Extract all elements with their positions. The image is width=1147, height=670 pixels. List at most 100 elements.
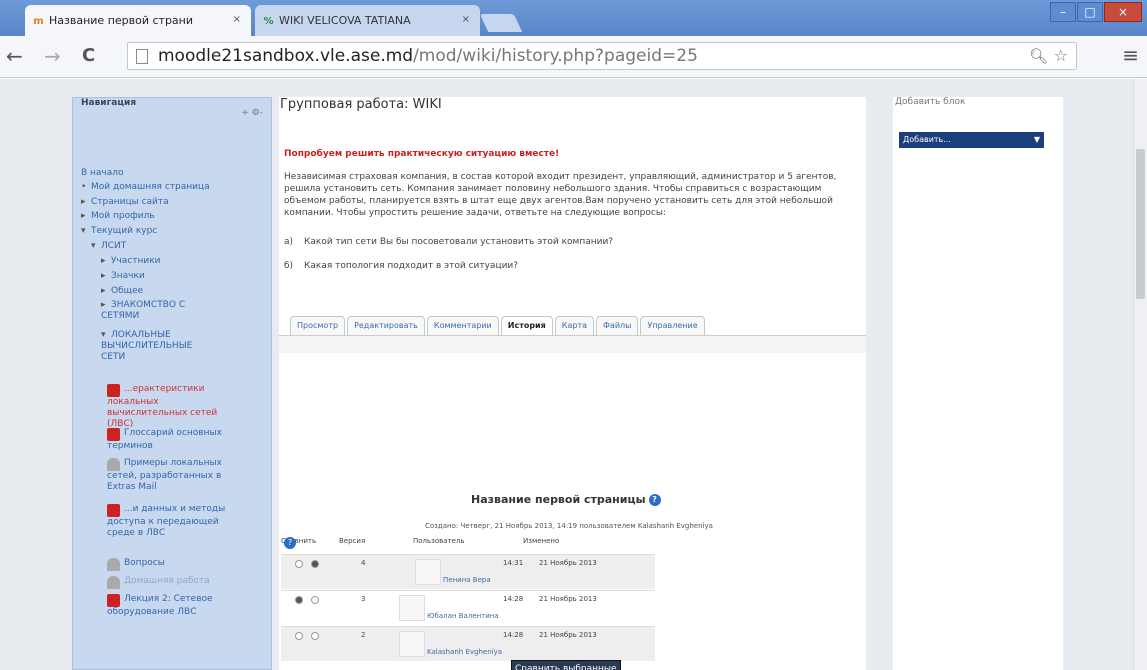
back-arrow-icon[interactable]: ← bbox=[6, 42, 23, 70]
navigation-block: Навигация + ⚙- В начало • Мой домашняя ст… bbox=[72, 97, 272, 670]
nav-item-resource-1[interactable]: ...ерактеристики локальных вычислительны… bbox=[107, 384, 237, 430]
resource-icon bbox=[107, 384, 120, 397]
date: 21 Ноябрь 2013 bbox=[539, 595, 597, 603]
nav-item-profile[interactable]: ▸ Мой профиль bbox=[81, 211, 155, 222]
url-text[interactable]: moodle21sandbox.vle.ase.md/mod/wiki/hist… bbox=[158, 46, 698, 66]
date: 21 Ноябрь 2013 bbox=[539, 559, 597, 567]
tab-history[interactable]: История bbox=[500, 316, 553, 336]
version-number: 2 bbox=[361, 631, 366, 639]
nav-item-participants[interactable]: ▸ Участники bbox=[101, 256, 161, 267]
tab-files[interactable]: Файлы bbox=[596, 316, 639, 336]
zoom-icon[interactable]: 🔍︎ bbox=[1029, 47, 1048, 65]
table-row: 3 Юбалан Валентина 14:28 21 Ноябрь 2013 bbox=[281, 590, 655, 625]
scrollbar-thumb[interactable] bbox=[1136, 149, 1145, 299]
nav-item-section-2[interactable]: ▾ ЛОКАЛЬНЫЕ ВЫЧИСЛИТЕЛЬНЫЕ СЕТИ bbox=[101, 330, 211, 363]
col-modified: Изменено bbox=[523, 537, 560, 545]
close-window-button[interactable]: × bbox=[1104, 2, 1142, 22]
address-bar[interactable]: moodle21sandbox.vle.ase.md/mod/wiki/hist… bbox=[127, 42, 1077, 70]
compare-radio-to[interactable] bbox=[311, 596, 319, 604]
nav-item-current-course[interactable]: ▾ Текущий курс bbox=[81, 226, 157, 237]
nav-item-homework[interactable]: Домашняя работа bbox=[107, 576, 237, 589]
browser-toolbar: ← → C moodle21sandbox.vle.ase.md/mod/wik… bbox=[0, 36, 1147, 78]
folder-icon bbox=[107, 458, 120, 471]
tab-title: Название первой страни bbox=[49, 14, 194, 27]
help-icon[interactable]: ? bbox=[648, 494, 661, 506]
col-version: Версия bbox=[339, 537, 366, 545]
tab-comments[interactable]: Комментарии bbox=[426, 316, 499, 336]
compare-radio-to[interactable] bbox=[311, 632, 319, 640]
tab-title: WIKI VELICOVA TATIANA bbox=[279, 14, 411, 27]
compare-radio-from[interactable] bbox=[295, 596, 303, 604]
compare-radio-from[interactable] bbox=[295, 560, 303, 568]
nav-item-lecture-2[interactable]: Лекция 2: Сетевое оборудование ЛВС bbox=[107, 594, 237, 618]
add-block-select[interactable]: Добавить... ▼ bbox=[899, 132, 1044, 148]
block-controls[interactable]: + ⚙- bbox=[241, 108, 263, 118]
tab-map[interactable]: Карта bbox=[554, 316, 595, 336]
browser-tab-strip: m Название первой страни × % WIKI VELICO… bbox=[0, 0, 1147, 36]
user-link[interactable]: Юбалан Валентина bbox=[427, 612, 499, 620]
nav-item-dashboard[interactable]: • Мой домашняя страница bbox=[81, 182, 210, 193]
tab-admin[interactable]: Управление bbox=[640, 316, 705, 336]
version-number: 4 bbox=[361, 559, 366, 567]
nav-item-home[interactable]: В начало bbox=[81, 168, 124, 179]
browser-tab-moodle[interactable]: m Название первой страни × bbox=[25, 5, 251, 36]
compare-radio-from[interactable] bbox=[295, 632, 303, 640]
table-row: 2 Kalashanh Evgheniya 14:28 21 Ноябрь 20… bbox=[281, 626, 655, 661]
date: 21 Ноябрь 2013 bbox=[539, 631, 597, 639]
minimize-button[interactable]: – bbox=[1050, 2, 1076, 22]
page-viewport: Навигация + ⚙- В начало • Мой домашняя ст… bbox=[0, 79, 1147, 670]
wiki-icon: % bbox=[263, 16, 274, 27]
compare-radio-to[interactable] bbox=[311, 560, 319, 568]
bookmark-star-icon[interactable]: ☆ bbox=[1054, 46, 1068, 65]
reload-icon[interactable]: C bbox=[82, 42, 95, 70]
task-paragraph: Независимая страховая компания, в состав… bbox=[284, 172, 837, 218]
nav-item-examples[interactable]: Примеры локальных сетей, разработанных в… bbox=[107, 458, 237, 493]
nav-item-general[interactable]: ▸ Общее bbox=[101, 286, 143, 297]
avatar bbox=[399, 595, 425, 621]
menu-icon[interactable]: ≡ bbox=[1122, 43, 1139, 67]
nav-item-resource-2[interactable]: ...и данных и методы доступа к передающе… bbox=[107, 504, 237, 539]
question-a: а) Какой тип сети Вы бы посоветовали уста… bbox=[284, 237, 614, 247]
nav-item-glossary[interactable]: Глоссарий основных терминов bbox=[107, 428, 237, 452]
time: 14:28 bbox=[503, 631, 524, 639]
browser-tab-wiki[interactable]: % WIKI VELICOVA TATIANA × bbox=[255, 5, 480, 36]
created-info: Создано: Четверг, 21 Ноябрь 2013, 14:19 … bbox=[425, 522, 713, 530]
tab-close-icon[interactable]: × bbox=[233, 14, 241, 25]
avatar bbox=[415, 559, 441, 585]
user-link[interactable]: Пенина Вера bbox=[443, 576, 491, 584]
user-link[interactable]: Kalashanh Evgheniya bbox=[427, 648, 502, 656]
time: 14:28 bbox=[503, 595, 524, 603]
glossary-icon bbox=[107, 428, 120, 441]
time: 14:31 bbox=[503, 559, 524, 567]
intro-text: Попробуем решить практическую ситуацию в… bbox=[284, 149, 560, 159]
tab-strip-bar bbox=[279, 335, 866, 353]
chevron-down-icon: ▼ bbox=[1033, 135, 1040, 144]
nav-item-section-1[interactable]: ▸ ЗНАКОМСТВО С СЕТЯМИ bbox=[101, 300, 201, 322]
resource-icon bbox=[107, 594, 120, 607]
navigation-header: Навигация bbox=[81, 98, 137, 108]
forward-arrow-icon[interactable]: → bbox=[44, 42, 61, 70]
add-block-panel: Добавить блок Добавить... ▼ bbox=[893, 97, 1063, 670]
assignment-icon bbox=[107, 576, 120, 589]
version-number: 3 bbox=[361, 595, 366, 603]
page-icon bbox=[136, 49, 148, 64]
question-b: б) Какая топология подходит в этой ситуац… bbox=[284, 261, 519, 271]
tab-close-icon[interactable]: × bbox=[462, 14, 470, 25]
moodle-icon: m bbox=[33, 16, 44, 27]
nav-item-site-pages[interactable]: ▸ Страницы сайта bbox=[81, 197, 169, 208]
table-row: 4 Пенина Вера 14:31 21 Ноябрь 2013 bbox=[281, 554, 655, 589]
new-tab-button[interactable] bbox=[479, 14, 523, 32]
tab-view[interactable]: Просмотр bbox=[290, 316, 346, 336]
quiz-icon bbox=[107, 558, 120, 571]
help-icon[interactable]: ? bbox=[284, 537, 296, 549]
nav-item-questions[interactable]: Вопросы bbox=[107, 558, 237, 571]
maximize-button[interactable]: □ bbox=[1077, 2, 1103, 22]
avatar bbox=[399, 631, 425, 657]
nav-item-badges[interactable]: ▸ Значки bbox=[101, 271, 145, 282]
tab-edit[interactable]: Редактировать bbox=[347, 316, 425, 336]
scrollbar[interactable] bbox=[1133, 79, 1147, 670]
compare-selected-button[interactable]: Сравнить выбранные bbox=[511, 660, 621, 670]
resource-icon bbox=[107, 504, 120, 517]
nav-item-course[interactable]: ▾ ЛСИТ bbox=[91, 241, 126, 252]
wiki-tabs: Просмотр Редактировать Комментарии История К… bbox=[290, 316, 707, 336]
